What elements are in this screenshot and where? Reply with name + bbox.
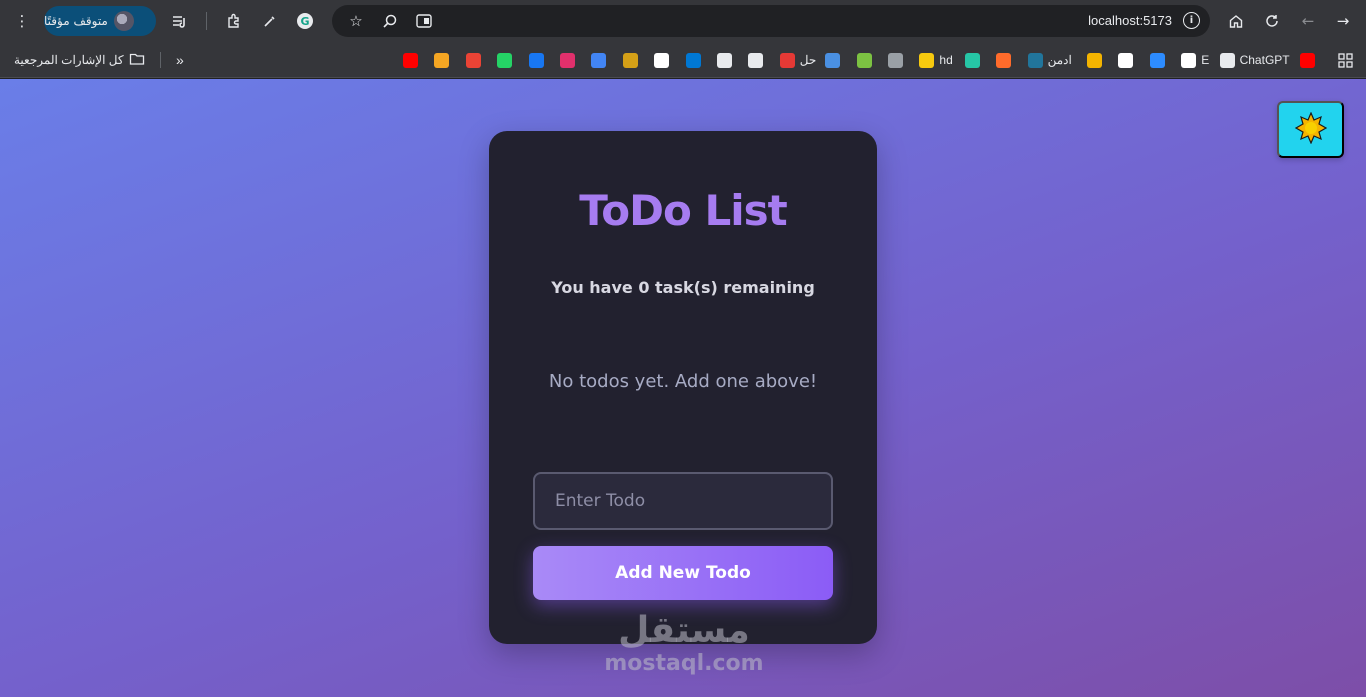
reload-icon[interactable] — [1256, 5, 1288, 37]
forward-icon[interactable]: → — [1327, 5, 1359, 37]
zoom-icon — [1149, 52, 1165, 68]
profile-label: متوقف مؤقتًا — [44, 14, 108, 28]
bookmark-label: E — [1201, 53, 1210, 67]
browser-menu-icon[interactable]: ⋮ — [6, 5, 38, 37]
bookmark-label: ادمن — [1047, 53, 1072, 67]
profile-button[interactable]: متوقف مؤقتًا — [44, 6, 156, 36]
bookmark-item[interactable] — [434, 51, 450, 69]
fire-icon — [996, 52, 1012, 68]
url-text: localhost:5173 — [1088, 13, 1172, 28]
layers-icon — [888, 52, 903, 68]
svg-text:G: G — [300, 15, 309, 28]
folder-icon — [129, 52, 145, 69]
bookmark-item[interactable] — [654, 51, 670, 69]
chatgpt-icon — [1219, 52, 1235, 68]
bookmark-star-icon[interactable]: ☆ — [340, 5, 372, 37]
zoom-icon[interactable] — [374, 5, 406, 37]
ain-icon — [779, 52, 795, 68]
sun-icon — [1294, 111, 1327, 147]
all-bookmarks-label: كل الإشارات المرجعية — [14, 53, 124, 67]
bookmarks-divider — [160, 52, 161, 68]
grammarly-icon[interactable]: G — [289, 5, 321, 37]
bookmark-item[interactable] — [717, 51, 732, 69]
bookmark-item[interactable]: ادمن — [1027, 51, 1072, 69]
bookmark-item[interactable]: hd — [919, 51, 953, 69]
browser-toolbar: ⋮ متوقف مؤقتًا G ☆ localhost:5173 i ← → — [0, 0, 1366, 42]
bookmark-label: ChatGPT — [1239, 53, 1290, 67]
image-icon — [1087, 52, 1102, 68]
toolbar-divider — [206, 12, 207, 30]
bookmark-item[interactable] — [1149, 51, 1165, 69]
bookmark-item[interactable] — [1118, 51, 1134, 69]
extensions-icon[interactable] — [218, 5, 250, 37]
bookmark-item[interactable] — [403, 51, 418, 69]
youtube-icon — [1300, 52, 1315, 68]
download-icon — [856, 52, 872, 68]
todo-card: ToDo List You have 0 task(s) remaining N… — [489, 131, 877, 644]
bookmark-item[interactable] — [748, 51, 764, 69]
outlook-icon — [685, 52, 701, 68]
youtube-icon — [403, 52, 418, 68]
app-page: ToDo List You have 0 task(s) remaining N… — [0, 79, 1366, 697]
bookmark-item[interactable] — [996, 51, 1012, 69]
hd-icon — [919, 52, 935, 68]
gmail-icon — [465, 52, 481, 68]
remaining-count: You have 0 task(s) remaining — [551, 278, 815, 297]
cloud-icon — [825, 52, 841, 68]
github-icon — [1118, 52, 1134, 68]
z-icon — [964, 52, 980, 68]
translate-icon[interactable] — [408, 5, 440, 37]
ghost-icon — [748, 52, 764, 68]
contacts-icon — [591, 52, 607, 68]
back-icon[interactable]: ← — [1292, 5, 1324, 37]
wordpress-icon — [1027, 52, 1043, 68]
in-icon — [434, 52, 450, 68]
egy-icon — [717, 52, 732, 68]
sc-icon — [1181, 52, 1197, 68]
apps-grid-icon[interactable] — [1338, 51, 1353, 69]
more-bookmarks-icon[interactable]: » — [176, 51, 184, 69]
instagram-icon — [560, 52, 575, 68]
bookmark-label: hd — [939, 53, 953, 67]
avatar — [113, 11, 134, 31]
reading-list-icon[interactable] — [163, 5, 195, 37]
add-todo-button[interactable]: Add New Todo — [533, 546, 833, 600]
empty-state-message: No todos yet. Add one above! — [548, 371, 818, 392]
bookmark-item[interactable] — [622, 51, 638, 69]
bookmark-item[interactable] — [888, 51, 903, 69]
todo-input[interactable] — [533, 472, 833, 530]
bookmark-item[interactable] — [497, 51, 513, 69]
coin-icon — [622, 52, 638, 68]
bookmark-item[interactable] — [825, 51, 841, 69]
page-title: ToDo List — [579, 186, 788, 235]
bookmark-item[interactable] — [856, 51, 872, 69]
bookmark-item[interactable] — [685, 51, 701, 69]
facebook-icon — [528, 52, 544, 68]
whatsapp-icon — [497, 52, 513, 68]
bookmark-item[interactable]: E — [1181, 51, 1209, 69]
address-bar[interactable]: ☆ localhost:5173 i — [332, 5, 1210, 37]
bookmark-item[interactable] — [1087, 51, 1102, 69]
theme-toggle-button[interactable] — [1277, 101, 1344, 158]
bookmark-item[interactable]: ChatGPT — [1219, 51, 1290, 69]
google-icon — [654, 52, 670, 68]
bookmark-item[interactable] — [1300, 51, 1315, 69]
site-info-icon[interactable]: i — [1183, 12, 1200, 29]
all-bookmarks[interactable]: كل الإشارات المرجعية — [14, 51, 145, 69]
bookmark-item[interactable] — [528, 51, 544, 69]
eyedropper-icon[interactable] — [254, 5, 286, 37]
bookmarks-bar: كل الإشارات المرجعية » ChatGPT E ادمن hd حل — [0, 42, 1366, 78]
bookmark-label: حل — [799, 53, 817, 67]
bookmark-item[interactable] — [964, 51, 980, 69]
watermark-latin: mostaql.com — [604, 651, 764, 676]
bookmark-item[interactable] — [465, 51, 481, 69]
bookmark-item[interactable] — [560, 51, 575, 69]
home-icon[interactable] — [1220, 5, 1252, 37]
bookmark-item[interactable]: حل — [779, 51, 817, 69]
bookmark-item[interactable] — [591, 51, 607, 69]
